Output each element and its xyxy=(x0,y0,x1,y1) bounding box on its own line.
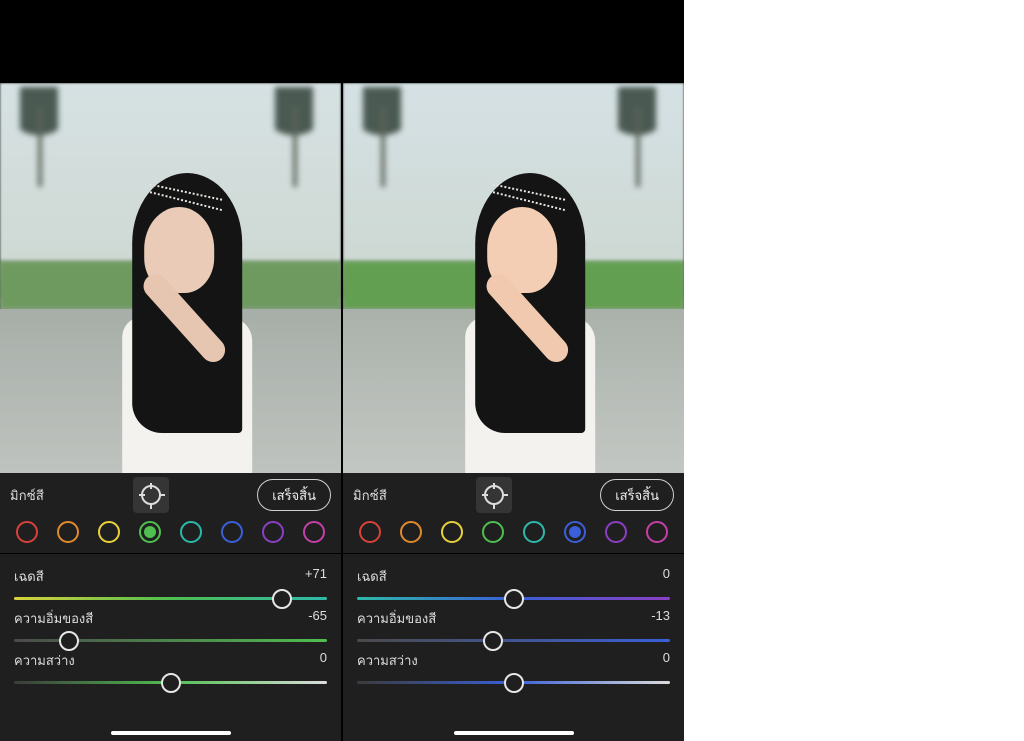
luminance-label: ความสว่าง xyxy=(14,650,75,671)
color-mix-controls: มิกซ์สี เสร็จสิ้น เฉดสี +71 xyxy=(0,473,341,741)
saturation-label: ความอิ่มของสี xyxy=(357,608,436,629)
home-indicator xyxy=(111,731,231,735)
luminance-knob[interactable] xyxy=(504,673,524,693)
luminance-label: ความสว่าง xyxy=(357,650,418,671)
swatch-blue[interactable] xyxy=(564,521,586,543)
swatch-magenta[interactable] xyxy=(303,521,325,543)
color-swatch-row xyxy=(4,517,337,553)
saturation-value: -65 xyxy=(308,608,327,629)
swatch-magenta[interactable] xyxy=(646,521,668,543)
done-label: เสร็จสิ้น xyxy=(272,485,316,506)
swatch-purple[interactable] xyxy=(262,521,284,543)
hue-slider: เฉดสี +71 xyxy=(4,560,337,602)
luminance-value: 0 xyxy=(320,650,327,671)
swatch-red[interactable] xyxy=(16,521,38,543)
divider xyxy=(0,553,341,554)
done-button[interactable]: เสร็จสิ้น xyxy=(257,479,331,511)
swatch-orange[interactable] xyxy=(400,521,422,543)
edit-panel-left: มิกซ์สี เสร็จสิ้น เฉดสี +71 xyxy=(0,83,341,741)
color-swatch-row xyxy=(347,517,680,553)
luminance-value: 0 xyxy=(663,650,670,671)
swatch-aqua[interactable] xyxy=(180,521,202,543)
saturation-label: ความอิ่มของสี xyxy=(14,608,93,629)
luminance-slider: ความสว่าง 0 xyxy=(347,644,680,686)
swatch-red[interactable] xyxy=(359,521,381,543)
saturation-slider: ความอิ่มของสี -65 xyxy=(4,602,337,644)
swatch-blue[interactable] xyxy=(221,521,243,543)
saturation-track[interactable] xyxy=(14,639,327,642)
edit-panel-right: มิกซ์สี เสร็จสิ้น เฉดสี 0 xyxy=(343,83,684,741)
saturation-knob[interactable] xyxy=(483,631,503,651)
hue-label: เฉดสี xyxy=(14,566,44,587)
panel-pair: มิกซ์สี เสร็จสิ้น เฉดสี +71 xyxy=(0,83,684,741)
hue-track[interactable] xyxy=(357,597,670,600)
panel-titlebar: มิกซ์สี เสร็จสิ้น xyxy=(347,473,680,517)
target-adjust-button[interactable] xyxy=(133,477,169,513)
home-indicator xyxy=(454,731,574,735)
app-topbar xyxy=(0,0,684,83)
done-label: เสร็จสิ้น xyxy=(615,485,659,506)
done-button[interactable]: เสร็จสิ้น xyxy=(600,479,674,511)
saturation-track[interactable] xyxy=(357,639,670,642)
swatch-green[interactable] xyxy=(139,521,161,543)
swatch-aqua[interactable] xyxy=(523,521,545,543)
divider xyxy=(343,553,684,554)
swatch-yellow[interactable] xyxy=(98,521,120,543)
panel-titlebar: มิกซ์สี เสร็จสิ้น xyxy=(4,473,337,517)
hue-label: เฉดสี xyxy=(357,566,387,587)
color-mix-controls: มิกซ์สี เสร็จสิ้น เฉดสี 0 xyxy=(343,473,684,741)
saturation-knob[interactable] xyxy=(59,631,79,651)
swatch-green[interactable] xyxy=(482,521,504,543)
luminance-slider: ความสว่าง 0 xyxy=(4,644,337,686)
swatch-yellow[interactable] xyxy=(441,521,463,543)
target-icon xyxy=(141,485,161,505)
hue-knob[interactable] xyxy=(504,589,524,609)
hue-slider: เฉดสี 0 xyxy=(347,560,680,602)
target-icon xyxy=(484,485,504,505)
swatch-orange[interactable] xyxy=(57,521,79,543)
dual-editor: มิกซ์สี เสร็จสิ้น เฉดสี +71 xyxy=(0,0,684,741)
panel-title: มิกซ์สี xyxy=(10,485,44,506)
luminance-track[interactable] xyxy=(14,681,327,684)
panel-title: มิกซ์สี xyxy=(353,485,387,506)
saturation-value: -13 xyxy=(651,608,670,629)
luminance-knob[interactable] xyxy=(161,673,181,693)
swatch-purple[interactable] xyxy=(605,521,627,543)
hue-value: +71 xyxy=(305,566,327,587)
preview-image[interactable] xyxy=(343,83,684,473)
hue-value: 0 xyxy=(663,566,670,587)
preview-image[interactable] xyxy=(0,83,341,473)
luminance-track[interactable] xyxy=(357,681,670,684)
hue-track[interactable] xyxy=(14,597,327,600)
hue-knob[interactable] xyxy=(272,589,292,609)
target-adjust-button[interactable] xyxy=(476,477,512,513)
